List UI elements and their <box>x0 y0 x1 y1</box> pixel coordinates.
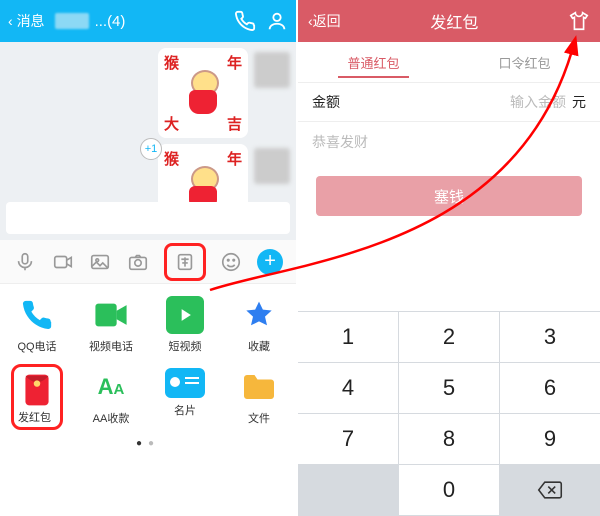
grid-card[interactable]: 名片 <box>148 368 222 428</box>
key-7[interactable]: 7 <box>298 414 398 464</box>
plus-one-button[interactable]: +1 <box>140 138 162 160</box>
key-8[interactable]: 8 <box>399 414 499 464</box>
chat-area: 猴 年 大 吉 猴 年 大 吉 +1 <box>0 42 296 240</box>
chat-screen: ‹ 消息 ...(4) 猴 年 大 吉 猴 年 <box>0 0 296 516</box>
key-6[interactable]: 6 <box>500 363 600 413</box>
grid-red-packet[interactable]: 发红包 <box>0 368 74 428</box>
tab-code[interactable]: 口令红包 <box>449 42 600 82</box>
emoji-icon[interactable] <box>219 250 243 274</box>
grid-file[interactable]: 文件 <box>222 368 296 428</box>
grid-red-packet-highlight: 发红包 <box>11 364 63 430</box>
key-9[interactable]: 9 <box>500 414 600 464</box>
message-row: 猴 年 大 吉 <box>6 48 290 138</box>
message-row[interactable]: 恭喜发财 <box>298 122 600 162</box>
grid-favorite[interactable]: 收藏 <box>222 296 296 354</box>
avatar[interactable] <box>254 52 290 88</box>
page-dots: ●● <box>0 432 296 455</box>
sticker-monkey[interactable]: 猴 年 大 吉 <box>158 48 248 138</box>
video-icon[interactable] <box>51 250 75 274</box>
red-packet-tool-highlight <box>164 243 206 281</box>
grid-qq-call[interactable]: QQ电话 <box>0 296 74 354</box>
plus-button[interactable]: + <box>257 249 283 275</box>
packet-tabs: 普通红包 口令红包 <box>298 42 600 82</box>
stuff-money-button[interactable]: 塞钱 <box>316 176 582 216</box>
red-packet-screen: ‹返回 发红包 普通红包 口令红包 金额 输入金额 元 恭喜发财 塞钱 1 2 … <box>298 0 600 516</box>
back-to-messages[interactable]: ‹ 消息 <box>8 11 45 31</box>
key-3[interactable]: 3 <box>500 312 600 362</box>
key-2[interactable]: 2 <box>399 312 499 362</box>
key-blank <box>298 465 398 515</box>
chat-header: ‹ 消息 ...(4) <box>0 0 296 42</box>
numeric-keypad: 1 2 3 4 5 6 7 8 9 0 <box>298 311 600 516</box>
profile-icon[interactable] <box>266 10 288 32</box>
message-input[interactable] <box>6 202 290 234</box>
shirt-icon[interactable] <box>568 10 590 32</box>
avatar[interactable] <box>254 148 290 184</box>
call-icon[interactable] <box>234 10 256 32</box>
amount-row[interactable]: 金额 输入金额 元 <box>298 82 600 122</box>
amount-unit: 元 <box>572 92 586 112</box>
red-packet-tool-icon[interactable] <box>173 250 197 274</box>
image-icon[interactable] <box>88 250 112 274</box>
key-5[interactable]: 5 <box>399 363 499 413</box>
page-title: 发红包 <box>341 9 568 33</box>
key-1[interactable]: 1 <box>298 312 398 362</box>
camera-icon[interactable] <box>126 250 150 274</box>
chat-title[interactable]: ...(4) <box>55 13 224 30</box>
red-packet-header: ‹返回 发红包 <box>298 0 600 42</box>
grid-video-call[interactable]: 视频电话 <box>74 296 148 354</box>
key-backspace[interactable] <box>500 465 600 515</box>
amount-placeholder: 输入金额 <box>510 92 566 112</box>
back-button[interactable]: ‹返回 <box>308 11 341 31</box>
tab-normal[interactable]: 普通红包 <box>298 42 449 82</box>
grid-aa-pay[interactable]: AA AA收款 <box>74 368 148 428</box>
amount-label: 金额 <box>312 92 510 112</box>
message-placeholder: 恭喜发财 <box>312 132 368 152</box>
voice-icon[interactable] <box>13 250 37 274</box>
attachment-grid: QQ电话 视频电话 短视频 收藏 发红包 AA AA收款 名片 <box>0 284 296 432</box>
grid-short-video[interactable]: 短视频 <box>148 296 222 354</box>
chat-toolbar: + <box>0 240 296 284</box>
key-0[interactable]: 0 <box>399 465 499 515</box>
key-4[interactable]: 4 <box>298 363 398 413</box>
